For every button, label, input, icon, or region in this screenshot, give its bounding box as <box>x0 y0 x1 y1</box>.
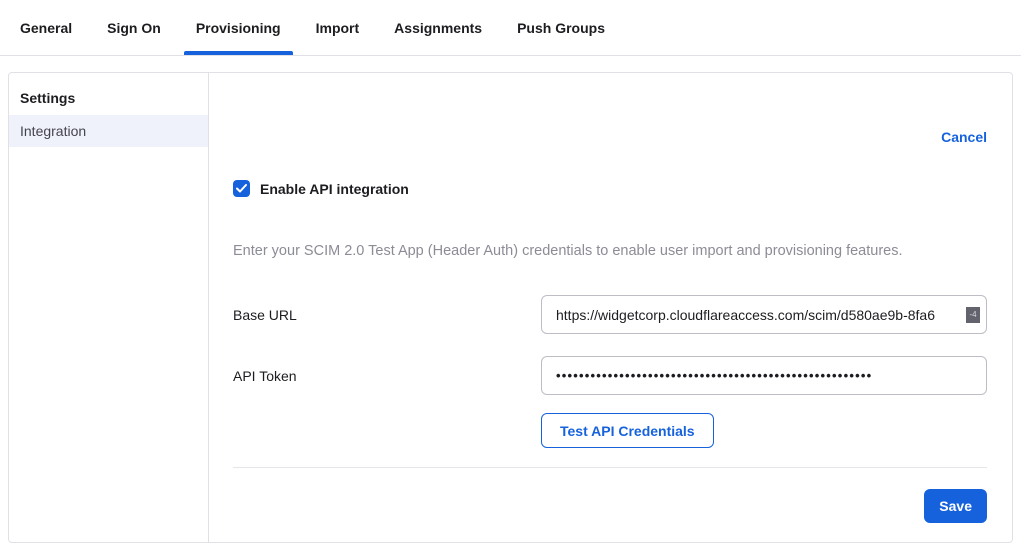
sidebar-item-integration[interactable]: Integration <box>9 115 208 147</box>
app-tab-bar: General Sign On Provisioning Import Assi… <box>0 0 1021 56</box>
enable-api-checkbox[interactable] <box>233 180 250 197</box>
tab-provisioning[interactable]: Provisioning <box>184 0 293 55</box>
base-url-label: Base URL <box>233 307 541 323</box>
integration-panel: Cancel Enable API integration Enter your… <box>209 73 1012 542</box>
enable-api-row: Enable API integration <box>233 180 987 197</box>
api-token-field-row: API Token <box>233 356 987 395</box>
truncated-text-selection: -4 <box>966 307 980 323</box>
settings-sidebar: Settings Integration <box>9 73 209 542</box>
cancel-link[interactable]: Cancel <box>941 129 987 145</box>
api-token-input-wrap <box>541 356 987 395</box>
footer-divider <box>233 467 987 468</box>
tab-push-groups[interactable]: Push Groups <box>505 0 617 55</box>
sidebar-header: Settings <box>9 82 208 115</box>
credentials-description: Enter your SCIM 2.0 Test App (Header Aut… <box>233 243 987 259</box>
tab-import[interactable]: Import <box>304 0 372 55</box>
tab-assignments[interactable]: Assignments <box>382 0 494 55</box>
base-url-input-wrap: -4 <box>541 295 987 334</box>
enable-api-label: Enable API integration <box>260 181 409 197</box>
tab-sign-on[interactable]: Sign On <box>95 0 173 55</box>
base-url-field-row: Base URL -4 <box>233 295 987 334</box>
cancel-row: Cancel <box>233 129 987 147</box>
test-api-credentials-button[interactable]: Test API Credentials <box>541 413 714 448</box>
test-credentials-row: Test API Credentials <box>233 413 987 448</box>
api-token-label: API Token <box>233 368 541 384</box>
checkmark-icon <box>236 184 247 193</box>
tab-general[interactable]: General <box>8 0 84 55</box>
save-button[interactable]: Save <box>924 489 987 523</box>
base-url-input[interactable] <box>541 295 987 334</box>
api-token-input[interactable] <box>541 356 987 395</box>
provisioning-content: Settings Integration Cancel Enable API i… <box>8 72 1013 543</box>
save-row: Save <box>233 489 987 523</box>
